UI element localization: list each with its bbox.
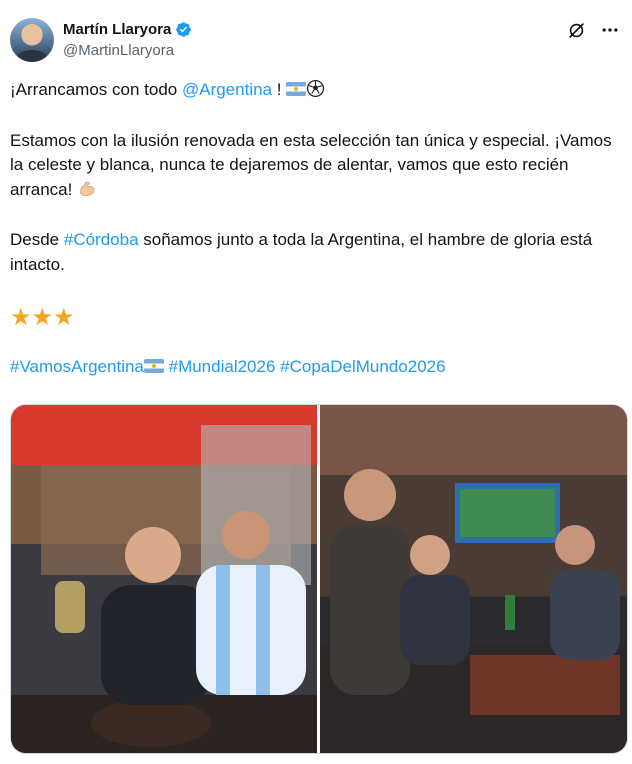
hashtag-link[interactable]: #Mundial2026 [169,357,276,376]
tweet: Martín Llaryora @MartinLlaryora ¡Arranca… [0,0,632,764]
tweet-header: Martín Llaryora @MartinLlaryora [10,14,620,66]
photo-left[interactable] [11,405,317,753]
stars-emoji: ★★★ [10,304,75,331]
grok-icon-glyph [568,22,584,38]
tweet-actions [566,20,620,40]
author-display-name[interactable]: Martín Llaryora [63,20,171,39]
tweet-text-segment: ! [272,80,287,99]
hashtag-link[interactable]: #VamosArgentina [10,357,144,376]
hashtag-link[interactable]: #CopaDelMundo2026 [280,357,445,376]
author-handle[interactable]: @MartinLlaryora [63,41,192,60]
author-name-row[interactable]: Martín Llaryora [63,20,192,39]
tweet-text-segment: ¡Arrancamos con todo [10,80,182,99]
mention-link[interactable]: @Argentina [182,80,272,99]
flexed-biceps-icon [80,181,95,196]
media-gallery [10,404,628,754]
grok-icon[interactable] [566,20,586,40]
author-info: Martín Llaryora @MartinLlaryora [63,20,192,60]
verified-badge-icon [176,22,192,37]
photo-right-illustration [320,405,627,753]
argentina-flag-icon [143,359,164,373]
tweet-paragraph-3: Desde #Córdoba soñamos junto a toda la A… [10,228,620,277]
avatar[interactable] [10,18,54,62]
tweet-hashtags: #VamosArgentina #Mundial2026 #CopaDelMun… [10,355,620,380]
more-options-icon[interactable] [600,20,620,40]
tweet-text: ¡Arrancamos con todo @Argentina ! Estamo… [10,78,620,406]
avatar-figure [16,50,48,62]
tweet-paragraph-1: ¡Arrancamos con todo @Argentina ! [10,78,620,103]
photo-left-illustration [11,405,317,753]
photo-right[interactable] [320,405,627,753]
tweet-text-segment: Desde [10,230,64,249]
soccer-ball-icon [307,79,325,98]
more-options-glyph [602,28,618,32]
tweet-paragraph-2: Estamos con la ilusión renovada en esta … [10,129,620,203]
argentina-flag-icon [286,82,307,96]
hashtag-link[interactable]: #Córdoba [64,230,139,249]
tweet-text-segment: Estamos con la ilusión renovada en esta … [10,130,612,199]
